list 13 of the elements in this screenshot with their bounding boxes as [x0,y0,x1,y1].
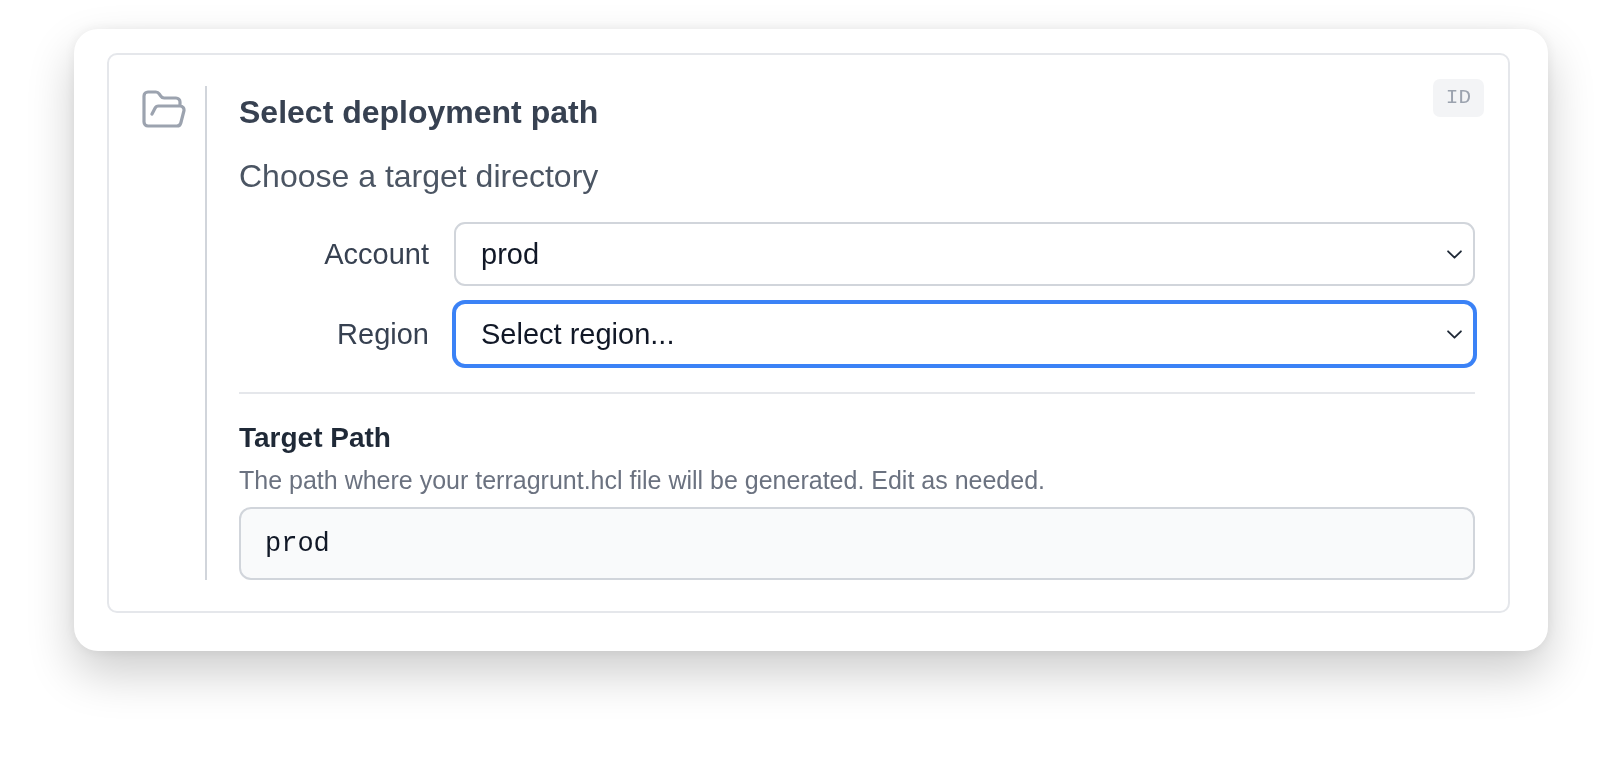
folder-icon [142,90,186,128]
field-label: Account [324,237,429,272]
field-label: Region [337,317,429,352]
select-field[interactable]: prod [454,222,1475,286]
target-path-label: Target Path [239,421,391,455]
path-input[interactable]: prod [239,507,1475,580]
panel-title: Select deployment path [239,93,599,132]
panel-subtitle: Choose a target directory [239,157,599,196]
select-field[interactable]: Select region... [454,302,1475,366]
help-text: The path where your terragrunt.hcl file will be generated. Edit as needed. [239,465,1046,495]
chevron-icon [1447,249,1462,259]
id-badge: ID [1432,79,1484,117]
chevron-icon [1447,329,1462,339]
